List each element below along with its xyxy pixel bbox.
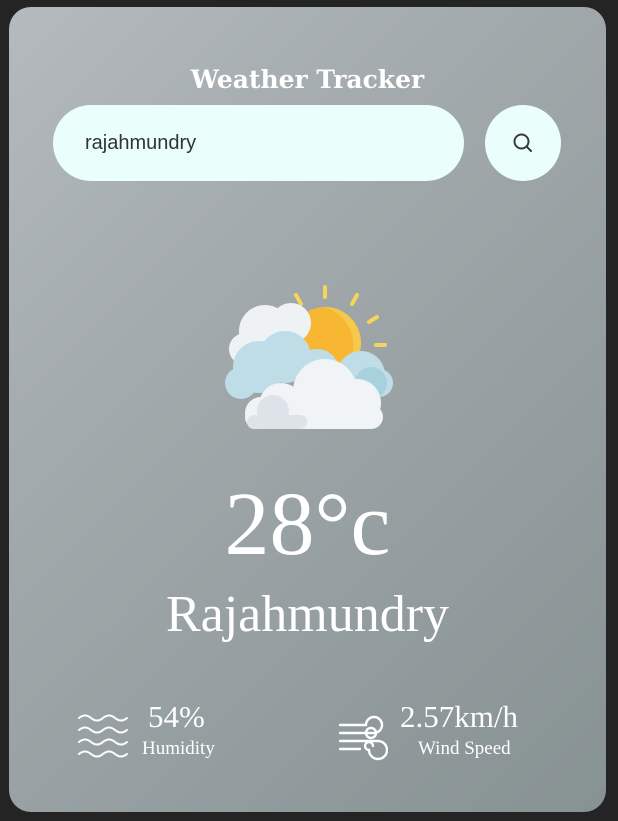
- app-title: Weather Tracker: [190, 65, 425, 94]
- city-name: Rajahmundry: [165, 586, 450, 643]
- search-button[interactable]: [485, 105, 561, 181]
- partly-cloudy-sun-icon: [225, 285, 393, 429]
- humidity-value: 54%: [148, 699, 205, 734]
- wind-speed-label: Wind Speed: [418, 738, 511, 759]
- humidity-waves-icon: [78, 714, 128, 758]
- temperature-value: 28°c: [224, 475, 391, 574]
- humidity-label: Humidity: [142, 738, 215, 759]
- wind-speed-value: 2.57km/h: [400, 699, 518, 734]
- weather-card: Weather Tracker rajahmundry 28°c Rajahmu…: [9, 7, 606, 812]
- search-input[interactable]: [53, 105, 464, 181]
- wind-icon: [338, 715, 388, 761]
- search-icon: [513, 133, 532, 152]
